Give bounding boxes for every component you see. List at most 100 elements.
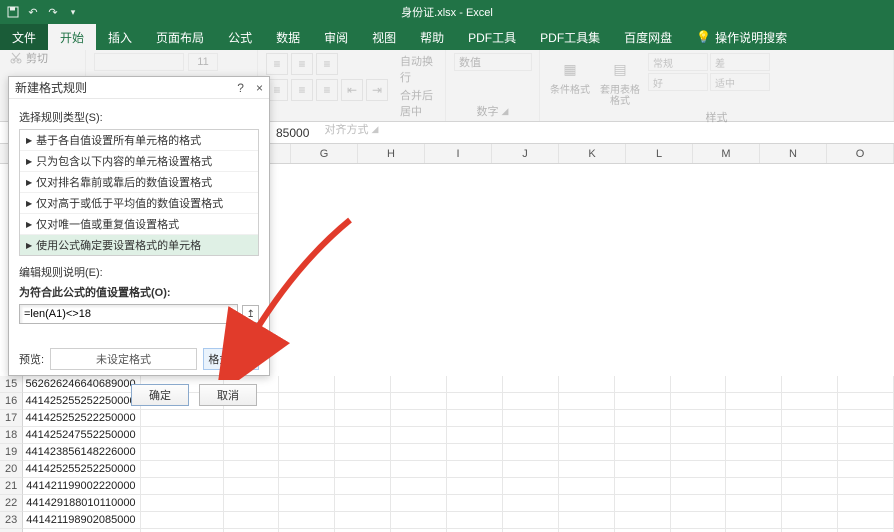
cell[interactable] [224, 478, 280, 495]
table-format-button[interactable]: ▤ 套用表格格式 [598, 53, 642, 107]
cell[interactable] [782, 495, 838, 512]
cell[interactable] [782, 512, 838, 529]
cell[interactable] [279, 444, 335, 461]
clipboard-cut[interactable]: 剪切 [10, 50, 48, 66]
tab-formulas[interactable]: 公式 [216, 24, 264, 50]
cell[interactable]: 441425247552250000 [23, 427, 140, 444]
cell[interactable] [391, 495, 447, 512]
col-header-I[interactable]: I [425, 144, 492, 163]
cell[interactable] [615, 461, 671, 478]
cell[interactable] [782, 461, 838, 478]
row-number[interactable]: 21 [0, 478, 23, 495]
tab-help[interactable]: 帮助 [408, 24, 456, 50]
tab-data[interactable]: 数据 [264, 24, 312, 50]
cell[interactable] [559, 410, 615, 427]
cell[interactable] [838, 461, 894, 478]
cell[interactable]: 441425255252250000 [23, 461, 140, 478]
cell[interactable] [335, 512, 391, 529]
cell[interactable]: 441429188010110000 [23, 495, 140, 512]
align-right-icon[interactable]: ≡ [316, 79, 338, 101]
cell[interactable] [335, 495, 391, 512]
cell[interactable] [224, 461, 280, 478]
cell[interactable] [503, 427, 559, 444]
collapse-dialog-icon[interactable]: ↥ [242, 305, 259, 323]
number-launcher-icon[interactable]: ◢ [502, 106, 509, 117]
col-header-H[interactable]: H [358, 144, 425, 163]
cell[interactable] [615, 512, 671, 529]
tab-pdftoolset[interactable]: PDF工具集 [528, 24, 612, 50]
cell[interactable] [141, 427, 224, 444]
align-ctr-icon[interactable]: ≡ [291, 79, 313, 101]
col-header-J[interactable]: J [492, 144, 559, 163]
row-number[interactable]: 23 [0, 512, 23, 529]
cell[interactable] [782, 393, 838, 410]
cell[interactable] [503, 444, 559, 461]
dialog-help-icon[interactable]: ? [237, 81, 244, 95]
cell[interactable] [224, 512, 280, 529]
style-bad[interactable]: 差 [710, 53, 770, 71]
tab-pdftool[interactable]: PDF工具 [456, 24, 528, 50]
cell[interactable] [782, 376, 838, 393]
rule-type-item[interactable]: ▶仅对高于或低于平均值的数值设置格式 [20, 193, 258, 214]
cell[interactable] [391, 478, 447, 495]
cell[interactable] [782, 444, 838, 461]
cell[interactable] [671, 410, 727, 427]
cell[interactable] [671, 376, 727, 393]
cell[interactable] [838, 393, 894, 410]
align-top-icon[interactable]: ≡ [266, 53, 288, 75]
cell[interactable] [391, 410, 447, 427]
cell[interactable] [503, 410, 559, 427]
cell[interactable] [391, 427, 447, 444]
cell[interactable] [726, 393, 782, 410]
cell[interactable] [391, 444, 447, 461]
cell[interactable] [559, 512, 615, 529]
cell[interactable] [559, 495, 615, 512]
col-header-M[interactable]: M [693, 144, 760, 163]
cell[interactable] [279, 512, 335, 529]
cell[interactable] [671, 461, 727, 478]
cell[interactable] [726, 495, 782, 512]
cell[interactable] [838, 444, 894, 461]
cell[interactable] [447, 461, 503, 478]
col-header-O[interactable]: O [827, 144, 894, 163]
wrap-label[interactable]: 自动换行 [400, 53, 437, 85]
cell[interactable]: 441423856148226000 [23, 444, 140, 461]
cell[interactable] [447, 444, 503, 461]
cell[interactable] [279, 376, 335, 393]
merge-label[interactable]: 合并后居中 [400, 87, 437, 119]
font-size[interactable]: 11 [188, 53, 218, 71]
cell[interactable] [141, 512, 224, 529]
number-format-combo[interactable]: 数值 [454, 53, 532, 71]
rule-type-item[interactable]: ▶仅对唯一值或重复值设置格式 [20, 214, 258, 235]
cell[interactable]: 441421199002220000 [23, 478, 140, 495]
indent-dec-icon[interactable]: ⇤ [341, 79, 363, 101]
cell[interactable] [671, 495, 727, 512]
cell[interactable] [671, 512, 727, 529]
cell[interactable] [838, 495, 894, 512]
cell[interactable] [726, 427, 782, 444]
cell[interactable] [447, 495, 503, 512]
cell[interactable] [141, 444, 224, 461]
cell[interactable] [671, 427, 727, 444]
cell[interactable] [279, 427, 335, 444]
row-number[interactable]: 22 [0, 495, 23, 512]
cell[interactable] [279, 393, 335, 410]
cell[interactable] [391, 393, 447, 410]
col-header-L[interactable]: L [626, 144, 693, 163]
cell[interactable] [224, 495, 280, 512]
tab-baidu[interactable]: 百度网盘 [612, 24, 684, 50]
format-button[interactable]: 格式(F)... [203, 348, 259, 370]
align-bot-icon[interactable]: ≡ [316, 53, 338, 75]
cell[interactable] [615, 478, 671, 495]
cell[interactable] [782, 427, 838, 444]
rule-type-list[interactable]: ▶基于各自值设置所有单元格的格式▶只为包含以下内容的单元格设置格式▶仅对排名靠前… [19, 129, 259, 256]
alignment-launcher-icon[interactable]: ◢ [372, 124, 379, 135]
col-header-G[interactable]: G [291, 144, 358, 163]
cell[interactable] [447, 376, 503, 393]
cell[interactable] [141, 495, 224, 512]
cell[interactable] [559, 376, 615, 393]
cell[interactable] [615, 410, 671, 427]
cell[interactable] [615, 393, 671, 410]
cell[interactable] [671, 478, 727, 495]
cell[interactable] [279, 410, 335, 427]
